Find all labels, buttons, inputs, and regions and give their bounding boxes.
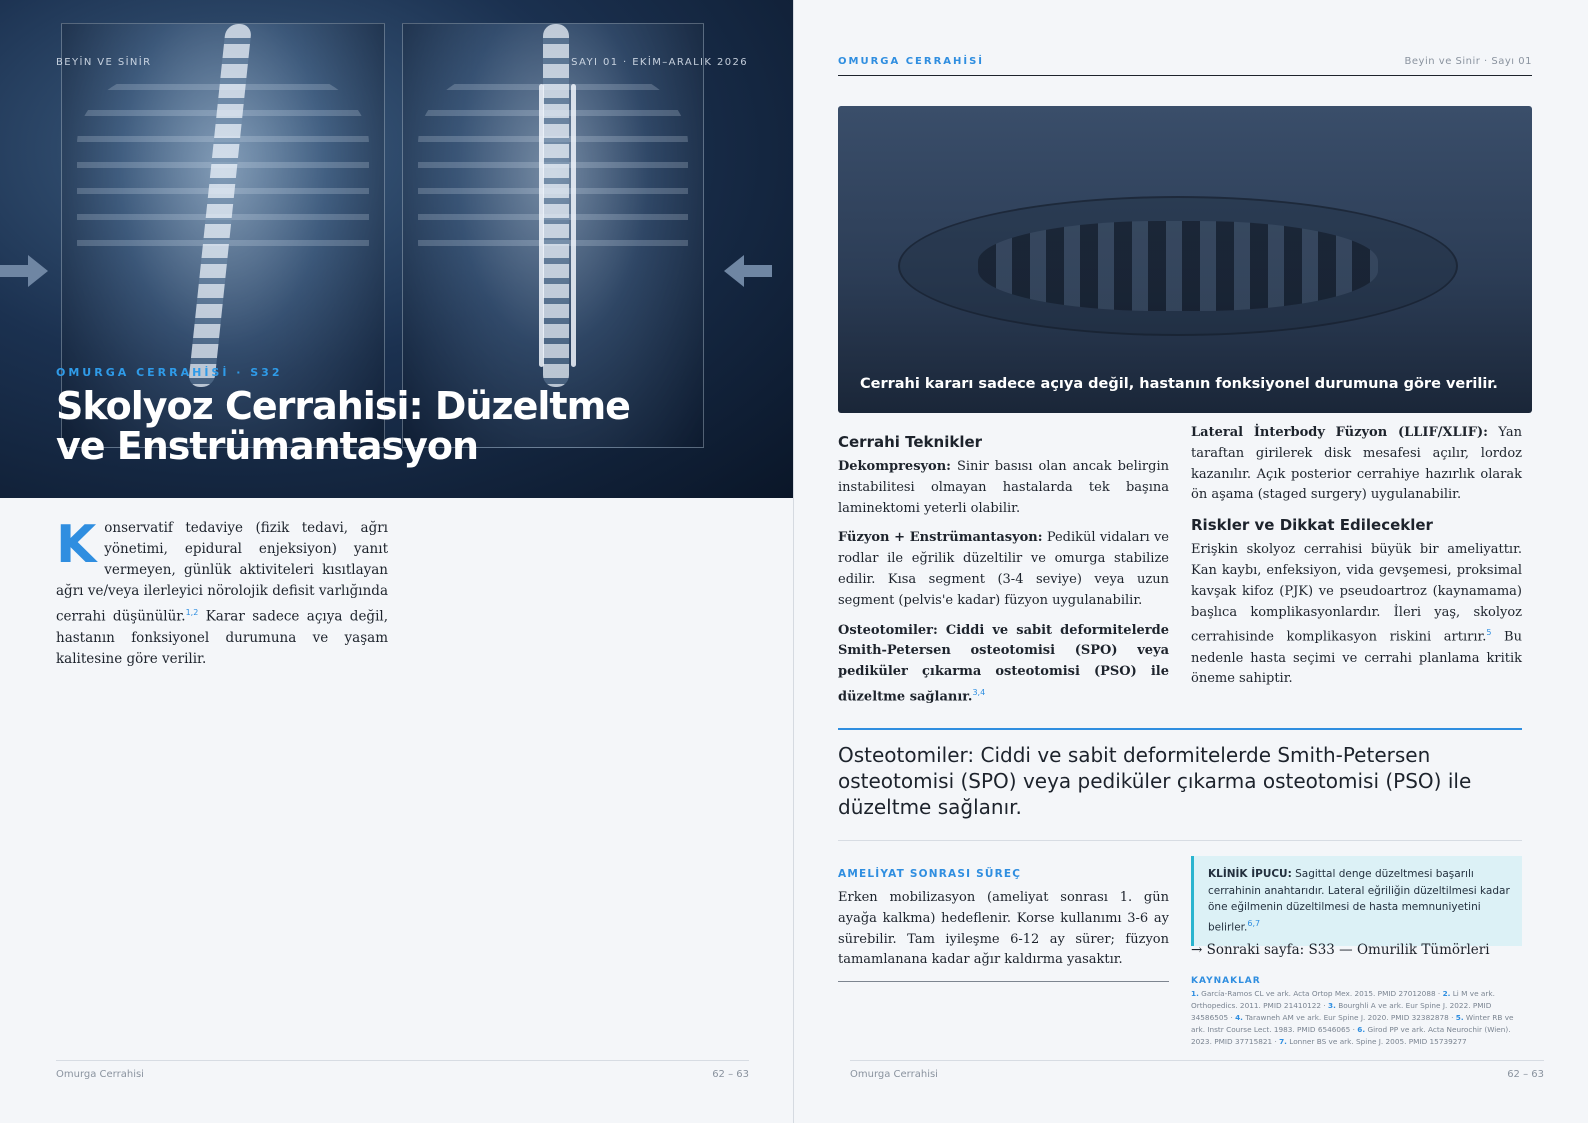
- title-line-2: ve Enstrümantasyon: [56, 424, 479, 468]
- techniques-heading: Cerrahi Teknikler: [838, 433, 983, 451]
- intro-paragraph: Konservatif tedaviye (fizik tedavi, ağrı…: [56, 518, 388, 670]
- article-title: Skolyoz Cerrahisi: Düzeltme ve Enstrüman…: [56, 386, 696, 466]
- column-left: Cerrahi Teknikler Dekompresyon: Sinir ba…: [838, 432, 1169, 717]
- right-page: OMURGA CERRAHİSİ Beyin ve Sinir · Sayı 0…: [794, 0, 1588, 1123]
- pull-quote-rule: [838, 728, 1522, 730]
- figure-caption: Cerrahi kararı sadece açıya değil, hasta…: [860, 376, 1498, 392]
- ref-number: 3.: [1328, 1001, 1336, 1010]
- footer-section: Omurga Cerrahisi: [850, 1069, 938, 1080]
- page-footer: Omurga Cerrahisi 62 – 63: [56, 1060, 749, 1080]
- term-label: Dekompresyon:: [838, 459, 951, 474]
- arrow-right-icon: [0, 255, 48, 287]
- postop-text: Erken mobilizasyon (ameliyat sonrası 1. …: [838, 888, 1169, 983]
- article-kicker: OMURGA CERRAHİSİ · S32: [56, 366, 283, 379]
- divider: [838, 840, 1522, 841]
- osteotomy-paragraph: Osteotomiler: Ciddi ve sabit deformitele…: [838, 621, 1169, 709]
- left-page: BEYİN VE SİNİR SAYI 01 · EKİM–ARALIK 202…: [0, 0, 794, 1123]
- running-header: OMURGA CERRAHİSİ Beyin ve Sinir · Sayı 0…: [838, 56, 1532, 76]
- header-section: OMURGA CERRAHİSİ: [838, 56, 985, 67]
- postop-box: AMELİYAT SONRASI SÜREÇ Erken mobilizasyo…: [838, 868, 1169, 983]
- ref-text: Tarawneh AM ve ark. Eur Spine J. 2020. P…: [1242, 1013, 1456, 1022]
- arrow-left-icon: [724, 255, 772, 287]
- ref-text: García-Ramos CL ve ark. Acta Ortop Mex. …: [1198, 989, 1443, 998]
- page-footer: Omurga Cerrahisi 62 – 63: [850, 1060, 1544, 1080]
- llif-paragraph: Lateral İnterbody Füzyon (LLIF/XLIF): Ya…: [1191, 423, 1522, 506]
- footer-page-numbers: 62 – 63: [1507, 1069, 1544, 1080]
- instrumented-spine: [978, 221, 1378, 311]
- drop-cap: K: [56, 515, 97, 575]
- spinal-rod: [539, 84, 544, 367]
- fusion-paragraph: Füzyon + Enstrümantasyon: Pedikül vidala…: [838, 528, 1169, 611]
- risks-paragraph: Erişkin skolyoz cerrahisi büyük bir amel…: [1191, 540, 1522, 690]
- column-right: Lateral İnterbody Füzyon (LLIF/XLIF): Ya…: [1191, 423, 1522, 699]
- references-list: 1. García-Ramos CL ve ark. Acta Ortop Me…: [1191, 988, 1522, 1048]
- footer-page-numbers: 62 – 63: [712, 1069, 749, 1080]
- citation-ref: 3,4: [972, 687, 986, 697]
- surgery-figure: Cerrahi kararı sadece açıya değil, hasta…: [838, 106, 1532, 413]
- footer-section: Omurga Cerrahisi: [56, 1069, 144, 1080]
- term-label: Füzyon + Enstrümantasyon:: [838, 530, 1043, 546]
- header-magazine: Beyin ve Sinir · Sayı 01: [1404, 56, 1532, 67]
- clinical-tip-callout: KLİNİK İPUCU: Sagittal denge düzeltmesi …: [1191, 856, 1522, 946]
- pull-quote: Osteotomiler: Ciddi ve sabit deformitele…: [838, 743, 1472, 819]
- ref-text: Lonner BS ve ark. Spine J. 2005. PMID 15…: [1286, 1037, 1467, 1046]
- risks-heading: Riskler ve Dikkat Edilecekler: [1191, 516, 1433, 535]
- citation-ref: 6,7: [1247, 918, 1261, 928]
- ref-number: 5.: [1455, 1013, 1464, 1022]
- tip-label: KLİNİK İPUCU:: [1208, 868, 1292, 880]
- paragraph-text: Erişkin skolyoz cerrahisi büyük bir amel…: [1191, 542, 1522, 645]
- references: KAYNAKLAR 1. García-Ramos CL ve ark. Act…: [1191, 976, 1522, 1048]
- spinal-rod: [571, 84, 576, 367]
- term-label: Lateral İnterbody Füzyon (LLIF/XLIF):: [1191, 425, 1488, 440]
- next-page-link[interactable]: → Sonraki sayfa: S33 — Omurilik Tümörler…: [1191, 942, 1490, 958]
- osteotomy-text: Osteotomiler: Ciddi ve sabit deformitele…: [838, 622, 1169, 705]
- ref-number: 6.: [1357, 1025, 1366, 1034]
- decompression-paragraph: Dekompresyon: Sinir basısı olan ancak be…: [838, 457, 1169, 519]
- ref-number: 4.: [1235, 1013, 1243, 1022]
- straight-spine: [543, 24, 569, 387]
- ref-number: 7.: [1279, 1037, 1287, 1046]
- magazine-spread: BEYİN VE SİNİR SAYI 01 · EKİM–ARALIK 202…: [0, 0, 1588, 1123]
- postop-kicker: AMELİYAT SONRASI SÜREÇ: [838, 868, 1022, 880]
- running-header-left: BEYİN VE SİNİR: [56, 57, 152, 68]
- ref-number: 1.: [1191, 989, 1199, 998]
- references-heading: KAYNAKLAR: [1191, 976, 1261, 986]
- citation-ref: 1,2: [185, 608, 199, 617]
- hero-image: BEYİN VE SİNİR SAYI 01 · EKİM–ARALIK 202…: [0, 0, 793, 498]
- running-header-right: SAYI 01 · EKİM–ARALIK 2026: [571, 57, 748, 68]
- title-line-1: Skolyoz Cerrahisi: Düzeltme: [56, 384, 631, 428]
